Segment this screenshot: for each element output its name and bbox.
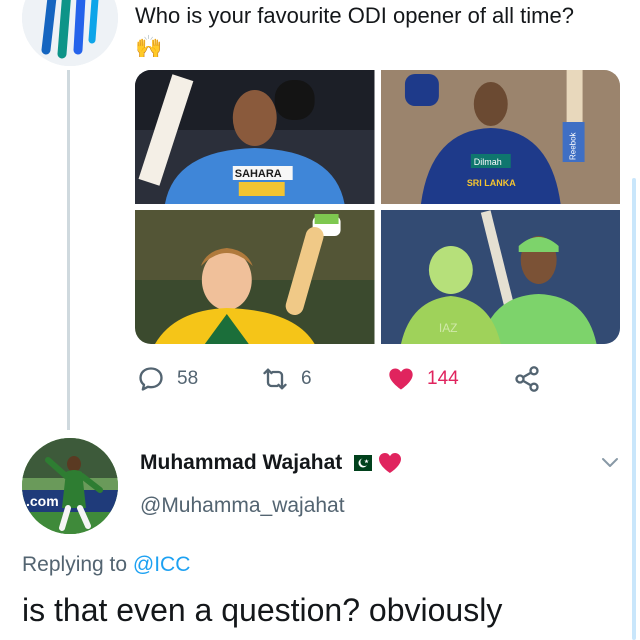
photo-anwar[interactable]: IAZ — [380, 210, 620, 344]
photo-jayasuriya[interactable]: Reebok Dilmah SRI LANKA — [380, 70, 620, 204]
svg-text:IAZ: IAZ — [438, 321, 457, 335]
reply-display-name[interactable]: Muhammad Wajahat — [140, 451, 342, 475]
icc-avatar[interactable] — [22, 0, 118, 66]
share-icon — [515, 366, 539, 392]
reply-text: is that even a question? obviously — [22, 592, 503, 628]
thread-line — [67, 70, 70, 430]
avatar-banner-text: .com — [26, 493, 59, 509]
reply-handle[interactable]: @Muhamma_wajahat — [140, 494, 345, 518]
red-heart-emoji-icon — [379, 453, 402, 473]
retweet-button[interactable]: 6 — [261, 362, 312, 396]
replying-to-prefix: Replying to — [22, 553, 128, 576]
retweet-count: 6 — [301, 368, 312, 389]
replying-to-mention[interactable]: @ICC — [133, 553, 190, 576]
tweet-action-bar: 58 6 144 — [137, 362, 557, 396]
photo-sachin[interactable]: SAHARA — [135, 70, 375, 204]
reply-icon — [139, 367, 163, 391]
heart-filled-icon — [389, 368, 413, 390]
tweet-media-grid[interactable]: SAHARA Reebok Dilmah SRI LANKA IAZ — [135, 70, 620, 344]
sahara-logo-text: SAHARA — [235, 168, 282, 180]
cricketer-avatar-image: .com — [22, 438, 118, 534]
icc-logo-icon — [22, 0, 118, 66]
share-button[interactable] — [513, 362, 541, 396]
reply-button[interactable]: 58 — [137, 362, 198, 396]
scrollbar[interactable] — [632, 178, 636, 640]
dilmah-logo-text: Dilmah — [473, 157, 501, 167]
like-count: 144 — [427, 368, 459, 389]
retweet-icon — [263, 368, 287, 390]
replying-to-line: Replying to @ICC — [22, 553, 190, 577]
photo-gilchrist[interactable] — [135, 210, 375, 344]
like-button[interactable]: 144 — [387, 362, 459, 396]
raising-hands-emoji: 🙌 — [135, 34, 163, 59]
reebok-bat-text: Reebok — [568, 132, 577, 160]
user-avatar[interactable]: .com — [22, 438, 118, 534]
pakistan-flag-icon — [348, 455, 373, 471]
chevron-down-icon[interactable] — [598, 450, 622, 474]
sri-lanka-text: SRI LANKA — [466, 178, 515, 188]
tweet-text: Who is your favourite ODI opener of all … — [135, 3, 574, 28]
reply-author-row: Muhammad Wajahat — [140, 451, 402, 475]
reply-count: 58 — [177, 368, 199, 389]
